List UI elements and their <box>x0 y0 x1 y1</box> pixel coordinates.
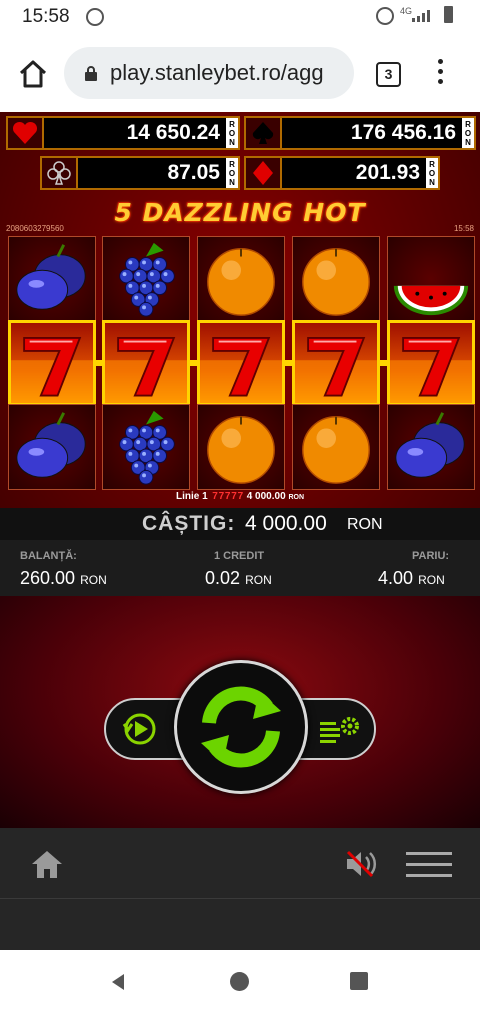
more-icon[interactable] <box>436 59 444 91</box>
win-line-symbols: 7 7 7 7 7 <box>210 491 244 502</box>
signal-icon <box>412 10 430 22</box>
address-bar[interactable]: play.stanleybet.ro/agg <box>64 47 354 99</box>
jackpot-heart: 14 650.24 RON <box>6 116 240 150</box>
jackpot-club-value: 87.05 <box>167 161 220 184</box>
jackpot-heart-value: 14 650.24 <box>126 121 220 144</box>
bet-label: PARIU: <box>412 550 450 562</box>
jackpot-heart-currency: RON <box>226 118 238 148</box>
status-time: 15:58 <box>22 6 70 27</box>
win-line-currency: RON <box>288 494 304 501</box>
nav-home-icon[interactable] <box>230 972 249 991</box>
reel-symbol-orange <box>197 404 285 490</box>
home-icon[interactable] <box>30 848 64 880</box>
win-label: CÂȘTIG: <box>142 512 236 535</box>
divider <box>0 898 480 899</box>
win-line-connector <box>285 360 293 366</box>
club-icon <box>47 161 71 185</box>
win-line-connector <box>380 360 388 366</box>
reel-symbol-orange <box>197 236 285 322</box>
android-nav-bar <box>0 950 480 1014</box>
spade-icon <box>252 122 274 144</box>
credit-value: 0.02 RON <box>205 568 272 588</box>
spin-icon <box>201 686 281 768</box>
reel-symbol-plum <box>8 236 96 322</box>
win-line-connector <box>96 360 104 366</box>
jackpot-club: 87.05 RON <box>40 156 240 190</box>
reel-symbol-grapes <box>102 236 190 322</box>
reel-symbol-watermelon <box>387 236 475 322</box>
hamburger-icon[interactable] <box>406 852 452 878</box>
battery-icon <box>444 6 453 23</box>
reel-symbol-plum <box>387 404 475 490</box>
settings-button[interactable] <box>310 704 370 754</box>
heart-icon <box>12 121 38 144</box>
win-line-label: Linie 1 <box>175 491 208 502</box>
jackpot-diamond-currency: RON <box>426 158 438 188</box>
reel-symbol-grapes <box>102 404 190 490</box>
game-menu-bar <box>0 828 480 950</box>
alarm-icon <box>376 7 394 25</box>
jackpot-diamond: 201.93 RON <box>244 156 440 190</box>
win-currency: RON <box>347 516 383 533</box>
jackpot-spade: 176 456.16 RON <box>244 116 476 150</box>
reel-symbol-orange <box>292 404 380 490</box>
slot-game: 14 650.24 RON 176 456.16 RON 87.05 RON 2 <box>0 112 480 596</box>
back-icon[interactable] <box>108 972 128 992</box>
game-title: 5 DAZZLING HOT <box>114 198 366 227</box>
whatsapp-icon <box>86 8 104 26</box>
game-clock: 15:58 <box>453 224 474 233</box>
spin-button[interactable] <box>174 660 308 794</box>
jackpot-spade-currency: RON <box>462 118 474 148</box>
reel-symbol-seven <box>292 320 380 406</box>
jackpot-spade-value: 176 456.16 <box>350 121 456 144</box>
browser-toolbar: play.stanleybet.ro/agg 3 <box>0 34 480 112</box>
reel-symbol-plum <box>8 404 96 490</box>
info-bar: BALANȚĂ: 260.00 RON 1 CREDIT 0.02 RON PA… <box>0 540 480 596</box>
control-panel <box>0 596 480 828</box>
sound-muted-icon[interactable] <box>344 848 378 880</box>
status-bar: 15:58 4G <box>0 0 480 34</box>
jackpot-diamond-value: 201.93 <box>355 161 420 184</box>
autoplay-button[interactable] <box>110 704 174 754</box>
reel-symbol-seven <box>197 320 285 406</box>
win-line-connector <box>190 360 198 366</box>
recent-apps-icon[interactable] <box>350 972 368 990</box>
win-value: 4 000.00 <box>245 512 327 535</box>
game-round-id: 2080603279560 <box>6 224 64 233</box>
tabs-button[interactable]: 3 <box>376 62 401 87</box>
network-label: 4G <box>400 6 413 16</box>
reel-symbol-seven <box>102 320 190 406</box>
credit-label: 1 CREDIT <box>214 550 265 562</box>
url-text: play.stanleybet.ro/agg <box>110 60 324 85</box>
win-line-amount: 4 000.00 <box>246 491 286 502</box>
reel-symbol-orange <box>292 236 380 322</box>
win-line-info: Linie 1 7 7 7 7 7 4 000.00 RON <box>0 491 480 502</box>
diamond-icon <box>253 161 273 185</box>
reel-symbol-seven <box>8 320 96 406</box>
win-bar: CÂȘTIG: 4 000.00 RON <box>0 508 480 540</box>
balance-label: BALANȚĂ: <box>20 550 77 562</box>
reel-symbol-seven <box>387 320 475 406</box>
lock-icon <box>85 66 97 81</box>
bet-value: 4.00 RON <box>378 568 445 588</box>
jackpot-club-currency: RON <box>226 158 238 188</box>
balance-value: 260.00 RON <box>20 568 107 588</box>
home-icon[interactable] <box>18 59 48 89</box>
